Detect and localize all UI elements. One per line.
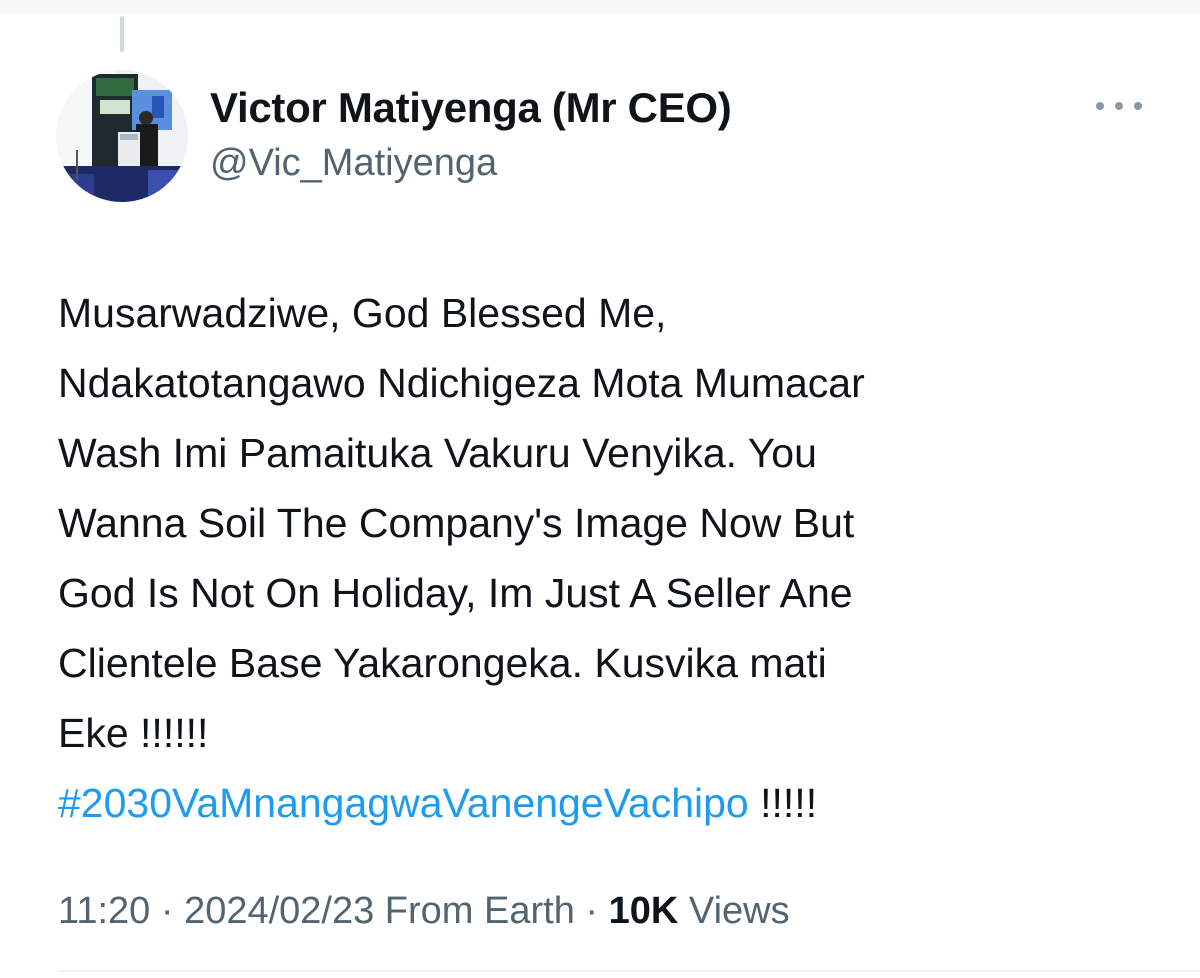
tweet-time[interactable]: 11:20	[58, 890, 150, 932]
tweet-text-line: Clientele Base Yakarongeka. Kusvika mati	[58, 640, 827, 686]
hashtag-link[interactable]: #2030VaMnangagwaVanengeVachipo	[58, 780, 749, 826]
divider	[58, 970, 1200, 972]
tweet-meta: 11:20 · 2024/02/23 From Earth · 10K View…	[58, 890, 790, 933]
tweet-text-line: Wash Imi Pamaituka Vakuru Venyika. You	[58, 430, 817, 476]
tweet-card: Victor Matiyenga (Mr CEO) @Vic_Matiyenga…	[0, 0, 1200, 978]
tweet-text-line: Musarwadziwe, God Blessed Me,	[58, 290, 667, 336]
views-count[interactable]: 10K	[609, 890, 679, 932]
author-display-name[interactable]: Victor Matiyenga (Mr CEO)	[210, 84, 732, 132]
avatar-image	[56, 70, 188, 202]
tweet-text-line: Wanna Soil The Company's Image Now But	[58, 500, 855, 546]
avatar[interactable]	[56, 70, 188, 202]
top-band	[0, 0, 1200, 14]
meta-separator: ·	[574, 890, 609, 932]
tweet-text-line: God Is Not On Holiday, Im Just A Seller …	[58, 570, 853, 616]
thread-connector-line	[120, 16, 124, 52]
tweet-source: From Earth	[374, 890, 575, 932]
tweet-text: Musarwadziwe, God Blessed Me, Ndakatotan…	[58, 278, 1158, 838]
tweet-text-line: Eke !!!!!!	[58, 710, 209, 756]
hashtag-suffix: !!!!!	[748, 780, 818, 826]
meta-separator: ·	[150, 890, 185, 932]
more-dot	[1115, 102, 1123, 110]
hashtag-line: #2030VaMnangagwaVanengeVachipo !!!!!	[58, 768, 1158, 838]
more-dot	[1134, 102, 1142, 110]
more-dot	[1096, 102, 1104, 110]
tweet-text-line: Ndakatotangawo Ndichigeza Mota Mumacar	[58, 360, 865, 406]
more-horizontal-icon[interactable]	[1096, 96, 1142, 116]
tweet-date[interactable]: 2024/02/23	[184, 890, 374, 932]
author-handle[interactable]: @Vic_Matiyenga	[210, 142, 497, 185]
views-label: Views	[678, 890, 790, 932]
